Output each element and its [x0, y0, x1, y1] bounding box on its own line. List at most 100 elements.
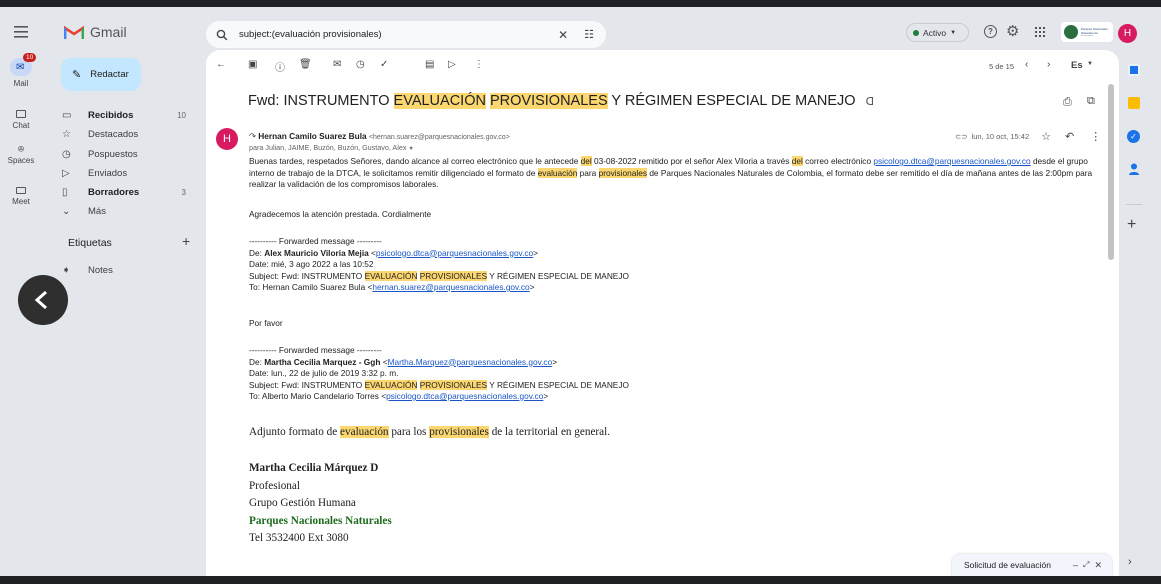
fullscreen-icon[interactable]: ⤢	[1083, 560, 1089, 570]
status-chip[interactable]: Activo ▼	[906, 23, 969, 42]
signature-group: Grupo Gestión Humana	[249, 497, 356, 509]
star-icon[interactable]: ☆	[1041, 130, 1051, 143]
pencil-icon: ✎	[72, 69, 82, 81]
subject-text: Y RÉGIMEN ESPECIAL DE MANEJO	[607, 93, 856, 109]
close-icon[interactable]: ✕	[1094, 560, 1102, 571]
label-notes[interactable]: ➧ Notes	[56, 260, 192, 280]
older-chevron-icon[interactable]: ‹	[1025, 59, 1028, 70]
email-subject: Fwd: INSTRUMENTO EVALUACIÓN PROVISIONALE…	[248, 93, 874, 109]
chat-icon	[16, 110, 26, 118]
recipients-line[interactable]: para Julian, JAIME, Buzón, Buzón, Gustav…	[249, 143, 414, 152]
back-arrow-icon[interactable]: ←	[216, 59, 226, 70]
newer-chevron-icon[interactable]: ›	[1047, 59, 1050, 70]
forward-subject: Subject: Fwd: INSTRUMENTO EVALUACIÓN PRO…	[249, 270, 629, 281]
input-tools-button[interactable]: Es	[1071, 60, 1083, 71]
settings-gear-icon[interactable]: ⚙	[1006, 22, 1019, 40]
report-spam-icon[interactable]: ⓘ	[275, 59, 285, 74]
email-link[interactable]: psicologo.dtca@parquesnacionales.gov.co	[386, 391, 543, 401]
open-new-window-icon[interactable]: ⧉	[1087, 95, 1095, 108]
pagination-text: 5 de 15	[989, 62, 1015, 71]
sender-email: <hernan.suarez@parquesnacionales.gov.co>	[368, 134, 510, 141]
email-scrollbar[interactable]	[1108, 84, 1114, 260]
draft-icon: ▯	[62, 186, 68, 198]
nav-more[interactable]: ⌄ Más	[56, 201, 192, 221]
search-highlight: provisionales	[429, 426, 489, 438]
search-input[interactable]: subject:(evaluación provisionales)	[239, 29, 558, 40]
rail-meet[interactable]: Meet	[0, 187, 42, 206]
snooze-icon[interactable]: ◷	[356, 59, 365, 70]
delete-icon[interactable]: 🗑	[299, 59, 312, 70]
important-marker-icon[interactable]: ᗡ	[866, 96, 874, 108]
more-vert-icon[interactable]: ⋮	[1090, 130, 1101, 143]
forward-to: To: Hernan Camilo Suarez Bula <hernan.su…	[249, 282, 535, 292]
rail-spaces[interactable]: ꔮ Spaces	[0, 144, 42, 165]
keep-app-icon[interactable]	[1128, 97, 1140, 109]
label-icon[interactable]: ▷	[448, 59, 456, 70]
tasks-app-icon[interactable]: ✓	[1127, 130, 1140, 143]
search-icon[interactable]	[216, 29, 228, 41]
calendar-app-icon[interactable]	[1128, 64, 1140, 76]
email-paragraph: Agradecemos la atención prestada. Cordia…	[249, 209, 432, 219]
more-vert-icon[interactable]: ⋮	[474, 59, 484, 70]
clear-search-icon[interactable]: ✕	[558, 28, 568, 42]
window-top-bar	[0, 0, 1161, 7]
search-bar[interactable]: subject:(evaluación provisionales) ✕ ☷	[206, 21, 606, 48]
add-task-icon[interactable]: ✓	[380, 59, 388, 70]
nav-label: Más	[88, 205, 106, 217]
help-icon[interactable]: ?	[984, 25, 997, 38]
taskbar	[0, 576, 1161, 584]
sender-avatar[interactable]: H	[216, 128, 238, 150]
rail-meet-label: Meet	[12, 197, 30, 206]
gmail-logo[interactable]: Gmail	[64, 24, 127, 40]
compose-label: Redactar	[90, 69, 129, 80]
forward-to: To: Alberto Mario Candelario Torres <psi…	[249, 391, 549, 401]
sender-line: ↷ Hernan Camilo Suarez Bula <hernan.suar…	[249, 131, 510, 141]
nav-starred[interactable]: ☆ Destacados	[56, 124, 192, 144]
email-link[interactable]: Martha.Marquez@parquesnacionales.gov.co	[388, 357, 553, 367]
rail-chat[interactable]: Chat	[0, 110, 42, 130]
search-highlight: evaluación	[537, 167, 578, 178]
input-tools-chevron-icon[interactable]: ▼	[1087, 61, 1093, 67]
sender-name[interactable]: Hernan Camilo Suarez Bula	[258, 131, 366, 141]
email-paragraph: Buenas tardes, respetados Señores, dando…	[249, 156, 1093, 189]
labels-heading: Etiquetas	[68, 237, 112, 249]
minimize-icon[interactable]: –	[1073, 560, 1078, 570]
compose-button[interactable]: ✎ Redactar	[61, 58, 141, 91]
expand-panel-icon[interactable]: ›	[1128, 556, 1132, 568]
org-logo-text: Parques Nacionales Naturales de Colombia	[1081, 28, 1108, 36]
print-icon[interactable]: ⎙	[1063, 96, 1072, 109]
label-tag-icon: ➧	[62, 264, 71, 276]
back-arrow-button[interactable]	[18, 275, 68, 325]
nav-sent[interactable]: ▷ Enviados	[56, 163, 192, 183]
archive-icon[interactable]: ▣	[248, 59, 257, 70]
star-icon: ☆	[62, 128, 71, 140]
email-link[interactable]: psicologo.dtca@parquesnacionales.gov.co	[873, 156, 1030, 166]
move-to-icon[interactable]: ▤	[425, 59, 434, 70]
contacts-app-icon[interactable]	[1128, 163, 1140, 175]
reply-icon[interactable]: ↶	[1065, 130, 1074, 143]
email-paragraph: Por favor	[249, 318, 283, 328]
account-avatar[interactable]: H	[1118, 24, 1137, 43]
nav-count: 3	[181, 187, 186, 197]
rail-mail[interactable]: ✉ 10 Mail	[0, 53, 42, 88]
add-addon-icon[interactable]: +	[1127, 216, 1136, 234]
nav-snoozed[interactable]: ◷ Pospuestos	[56, 144, 192, 164]
search-options-icon[interactable]: ☷	[584, 28, 594, 41]
main-menu-icon[interactable]	[14, 26, 28, 38]
search-highlight: del	[580, 156, 592, 166]
forward-from: De: Martha Cecilia Marquez - Ggh <Martha…	[249, 356, 558, 367]
add-label-icon[interactable]: +	[182, 233, 190, 249]
minimized-draft[interactable]: Solicitud de evaluación – ⤢ ✕	[952, 554, 1112, 576]
email-link[interactable]: hernan.suarez@parquesnacionales.gov.co	[372, 282, 529, 292]
nav-drafts[interactable]: ▯ Borradores 3	[56, 182, 192, 202]
email-paragraph: Adjunto formato de evaluación para los p…	[249, 426, 611, 438]
apps-grid-icon[interactable]	[1035, 27, 1045, 37]
org-account-logo[interactable]: Parques Nacionales Naturales de Colombia	[1061, 22, 1113, 42]
gmail-m-icon	[64, 25, 84, 39]
nav-inbox[interactable]: ▭ Recibidos 10	[56, 105, 192, 125]
mark-unread-icon[interactable]: ✉	[333, 59, 341, 70]
spaces-icon: ꔮ	[17, 144, 25, 154]
email-date: lun, 10 oct, 15:42	[971, 132, 1030, 141]
email-link[interactable]: psicologo.dtca@parquesnacionales.gov.co	[376, 248, 533, 258]
forward-date: Date: mié, 3 ago 2022 a las 10:52	[249, 259, 374, 269]
